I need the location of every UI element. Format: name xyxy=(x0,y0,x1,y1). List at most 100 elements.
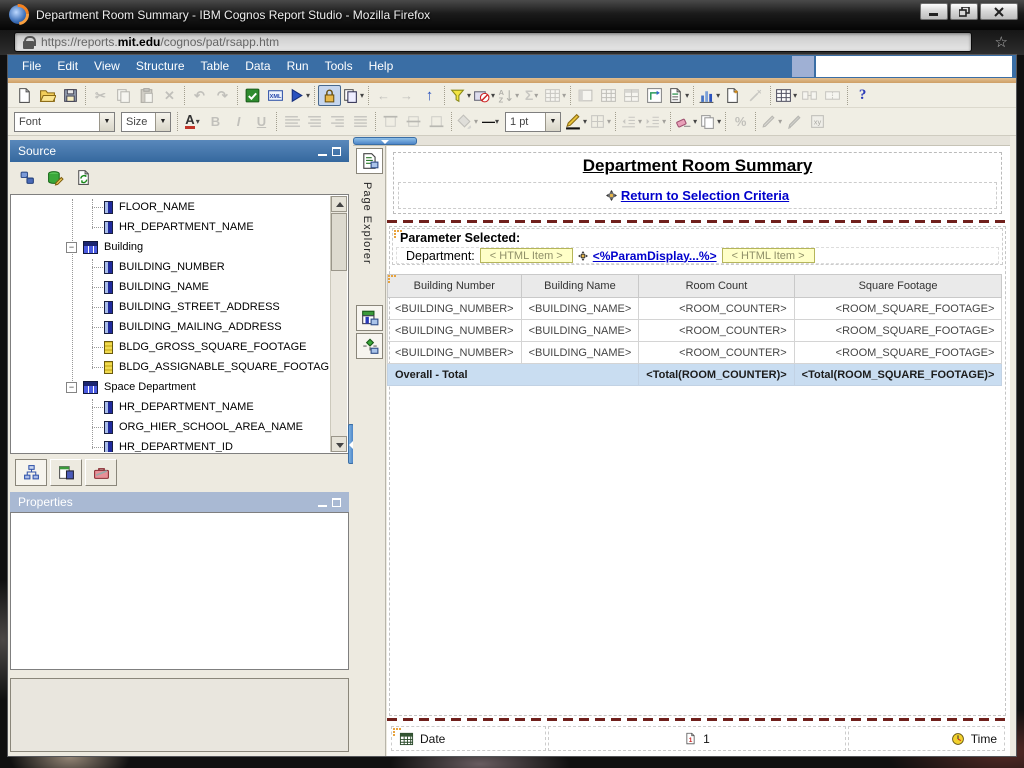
department-label[interactable]: Department: xyxy=(406,249,475,263)
return-link-block[interactable]: Return to Selection Criteria xyxy=(398,182,997,209)
insert-table-button[interactable]: ▾ xyxy=(774,85,798,106)
redo-button[interactable]: ↷ xyxy=(211,85,234,106)
save-report-button[interactable] xyxy=(59,85,82,106)
scroll-thumb[interactable] xyxy=(331,213,347,271)
dropdown-arrow-icon[interactable]: ▾ xyxy=(778,117,782,126)
menu-item-data[interactable]: Data xyxy=(237,55,278,78)
size-combo-dropdown-icon[interactable]: ▼ xyxy=(155,113,170,131)
dropdown-arrow-icon[interactable]: ▾ xyxy=(495,117,499,126)
collapse-expander-icon[interactable]: − xyxy=(66,382,77,393)
dropdown-arrow-icon[interactable]: ▾ xyxy=(583,117,587,126)
line-width-combo[interactable]: 1 pt▼ xyxy=(505,112,561,132)
footer-time-cell[interactable]: Time xyxy=(848,726,1005,751)
tree-item-floor-name[interactable]: FLOOR_NAME xyxy=(12,197,329,217)
properties-panel-body[interactable] xyxy=(10,512,349,670)
dropdown-arrow-icon[interactable]: ▾ xyxy=(717,117,721,126)
param-display-item[interactable]: <%ParamDisplay...%> xyxy=(593,249,717,263)
footer-page-number[interactable]: 1 xyxy=(703,732,710,746)
align-center-button[interactable] xyxy=(303,111,326,132)
bookmark-star-icon[interactable]: ☆ xyxy=(995,33,1008,51)
style-picker-button[interactable]: ▾ xyxy=(759,111,783,132)
merge-cells-button[interactable] xyxy=(798,85,821,106)
dropdown-arrow-icon[interactable]: ▾ xyxy=(638,117,642,126)
paste-button[interactable] xyxy=(135,85,158,106)
tree-item-building[interactable]: −Building xyxy=(12,237,329,257)
new-report-button[interactable] xyxy=(13,85,36,106)
tree-item-hr-department-name[interactable]: HR_DEPARTMENT_NAME xyxy=(12,397,329,417)
underline-button[interactable]: U xyxy=(250,111,273,132)
dropdown-arrow-icon[interactable]: ▾ xyxy=(474,117,478,126)
dropdown-arrow-icon[interactable]: ▾ xyxy=(196,117,200,126)
model-objects-button[interactable] xyxy=(19,169,36,186)
scroll-up-button[interactable] xyxy=(331,196,347,212)
run-report-button[interactable]: ▾ xyxy=(287,85,311,106)
clipboard-actions-button[interactable]: ▾ xyxy=(341,85,365,106)
font-combo-dropdown-icon[interactable]: ▼ xyxy=(99,113,114,131)
spacing-middle-button[interactable] xyxy=(402,111,425,132)
page-explorer-label[interactable]: Page Explorer xyxy=(361,182,373,265)
tree-item-bldg-gross-square-footage[interactable]: BLDG_GROSS_SQUARE_FOOTAGE xyxy=(12,337,329,357)
parameter-selected-label[interactable]: Parameter Selected: xyxy=(400,231,1002,245)
help-button[interactable]: ? xyxy=(851,85,874,106)
report-list-table[interactable]: Building NumberBuilding NameRoom CountSq… xyxy=(387,274,1002,386)
table-cell[interactable]: <ROOM_SQUARE_FOOTAGE> xyxy=(794,320,1002,342)
parameter-block[interactable]: Parameter Selected: Department: < HTML I… xyxy=(392,228,1003,265)
swap-rows-columns-button[interactable] xyxy=(643,85,666,106)
total-square-footage-cell[interactable]: <Total(ROOM_SQUARE_FOOTAGE)> xyxy=(794,364,1002,386)
dropdown-arrow-icon[interactable]: ▾ xyxy=(467,91,471,100)
split-cells-button[interactable] xyxy=(821,85,844,106)
condition-explorer-button[interactable] xyxy=(356,333,383,359)
filters-button[interactable]: ▾ xyxy=(448,85,472,106)
total-label-cell[interactable]: Overall - Total xyxy=(388,364,639,386)
column-header[interactable]: Square Footage xyxy=(794,275,1002,298)
scroll-down-button[interactable] xyxy=(331,436,347,452)
bold-button[interactable]: B xyxy=(204,111,227,132)
table-cell[interactable]: <BUILDING_NUMBER> xyxy=(388,298,522,320)
dropdown-arrow-icon[interactable]: ▾ xyxy=(607,117,611,126)
validate-report-button[interactable] xyxy=(241,85,264,106)
footer-page-number-cell[interactable]: 1 1 xyxy=(548,726,846,751)
tree-item-space-department[interactable]: −Space Department xyxy=(12,377,329,397)
table-grid-button[interactable] xyxy=(597,85,620,106)
page-layout-button[interactable]: ▾ xyxy=(666,85,690,106)
number-format-button[interactable]: % xyxy=(729,111,752,132)
summarize-button[interactable]: Σ▾ xyxy=(520,85,543,106)
footer-date-label[interactable]: Date xyxy=(420,732,445,746)
tree-item-org-hier-school-area-name[interactable]: ORG_HIER_SCHOOL_AREA_NAME xyxy=(12,417,329,437)
font-color-button[interactable]: A▾ xyxy=(181,111,204,132)
spacing-bottom-button[interactable] xyxy=(425,111,448,132)
conditional-styles-button[interactable]: xy xyxy=(806,111,829,132)
undo-button[interactable]: ↶ xyxy=(188,85,211,106)
table-cell[interactable]: <ROOM_COUNTER> xyxy=(639,298,794,320)
tree-item-building-mailing-address[interactable]: BUILDING_MAILING_ADDRESS xyxy=(12,317,329,337)
dropdown-arrow-icon[interactable]: ▾ xyxy=(491,91,495,100)
table-cell[interactable]: <BUILDING_NUMBER> xyxy=(388,320,522,342)
insert-calculation-button[interactable]: * xyxy=(721,85,744,106)
restore-button[interactable] xyxy=(950,3,978,20)
visual-aids-button[interactable] xyxy=(744,85,767,106)
table-cell[interactable]: <ROOM_SQUARE_FOOTAGE> xyxy=(794,342,1002,364)
menu-item-view[interactable]: View xyxy=(86,55,128,78)
delete-button[interactable]: ✕ xyxy=(158,85,181,106)
sort-button[interactable]: AZ▾ xyxy=(496,85,520,106)
dropdown-arrow-icon[interactable]: ▾ xyxy=(360,91,364,100)
edit-package-button[interactable] xyxy=(47,169,64,186)
table-cell[interactable]: <ROOM_COUNTER> xyxy=(639,342,794,364)
menu-item-help[interactable]: Help xyxy=(361,55,402,78)
suppress-button[interactable]: ▾ xyxy=(472,85,496,106)
dropdown-arrow-icon[interactable]: ▾ xyxy=(306,91,310,100)
panel-maximize-icon[interactable] xyxy=(332,498,341,507)
fill-color-button[interactable]: ▾ xyxy=(455,111,479,132)
report-canvas[interactable]: Department Room Summary Return to Select… xyxy=(387,146,1010,756)
go-forward-button[interactable]: → xyxy=(395,85,418,106)
italic-button[interactable]: I xyxy=(227,111,250,132)
collapse-expander-icon[interactable]: − xyxy=(66,242,77,253)
cut-button[interactable]: ✂ xyxy=(89,85,112,106)
border-grid-button[interactable]: ▾ xyxy=(588,111,612,132)
tree-item-building-name[interactable]: BUILDING_NAME xyxy=(12,277,329,297)
lock-page-objects-button[interactable] xyxy=(318,85,341,106)
line-style-button[interactable]: —▾ xyxy=(479,111,502,132)
dropdown-arrow-icon[interactable]: ▾ xyxy=(662,117,666,126)
tree-item-building-street-address[interactable]: BUILDING_STREET_ADDRESS xyxy=(12,297,329,317)
page-header-block[interactable]: Department Room Summary Return to Select… xyxy=(393,152,1002,214)
